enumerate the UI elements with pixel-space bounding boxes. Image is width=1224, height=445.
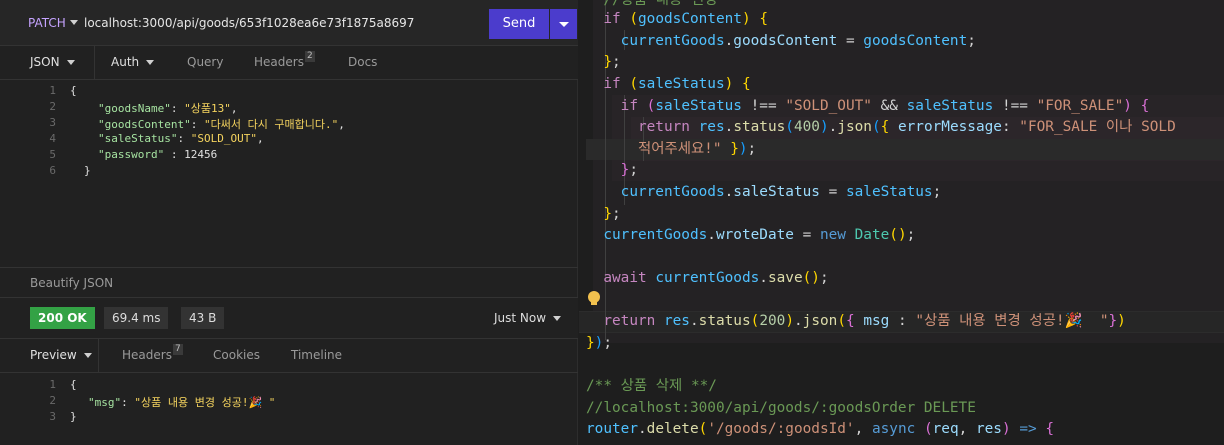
- line-number: 6: [49, 164, 56, 177]
- code-line: return res.status(200).json({ msg : "상품 …: [603, 313, 1126, 329]
- chevron-down-icon: [559, 22, 569, 27]
- code-line: //localhost:3000/api/goods/:goodsOrder D…: [586, 400, 976, 416]
- code-line: if (goodsContent) {: [603, 11, 768, 27]
- chevron-down-icon: [66, 60, 75, 65]
- code-editor[interactable]: //상품 내용 변경 if (goodsContent) { currentGo…: [579, 0, 1224, 445]
- send-button[interactable]: Send: [489, 9, 549, 39]
- code-line: 적어주세요!" });: [637, 141, 757, 157]
- request-tabs: JSON Auth Query Headers 2 Docs: [0, 46, 578, 80]
- url-input[interactable]: localhost:3000/api/goods/653f1028ea6e73f…: [84, 16, 414, 30]
- chevron-down-icon[interactable]: [70, 20, 78, 25]
- line-number: 2: [49, 100, 56, 113]
- code-line: {: [70, 84, 77, 97]
- line-number: 4: [49, 132, 56, 145]
- code-line: {: [70, 378, 77, 391]
- code-line: /** 상품 삭제 **/: [586, 378, 717, 394]
- code-line: };: [603, 54, 621, 70]
- line-number: 3: [49, 410, 56, 423]
- chevron-down-icon: [553, 316, 562, 321]
- chevron-down-icon: [83, 353, 92, 358]
- beautify-json-button[interactable]: Beautify JSON: [0, 267, 578, 297]
- tab-timeline[interactable]: Timeline: [291, 339, 342, 373]
- code-line: await currentGoods.save();: [603, 270, 829, 286]
- code-line: };: [620, 162, 638, 178]
- tab-headers[interactable]: Headers 2: [254, 46, 315, 80]
- send-options-button[interactable]: [550, 9, 577, 39]
- tab-cookies[interactable]: Cookies: [213, 339, 260, 373]
- code-line: "saleStatus": "SOLD_OUT",: [98, 132, 264, 145]
- code-line: "goodsName": "상품13",: [98, 102, 238, 115]
- code-line: currentGoods.wroteDate = new Date();: [603, 227, 916, 243]
- tab-docs[interactable]: Docs: [348, 46, 377, 80]
- chevron-down-icon: [146, 60, 155, 65]
- tab-query[interactable]: Query: [187, 46, 223, 80]
- status-badge: 200 OK: [30, 307, 95, 329]
- code-line: }: [84, 164, 91, 177]
- history-dropdown[interactable]: Just Now: [494, 311, 562, 325]
- divider: [94, 46, 95, 80]
- url-bar: PATCH localhost:3000/api/goods/653f1028e…: [0, 0, 578, 46]
- tab-response-headers[interactable]: Headers 7: [122, 339, 183, 373]
- code-line: if (saleStatus) {: [603, 76, 751, 92]
- code-line: if (saleStatus !== "SOLD_OUT" && saleSta…: [620, 98, 1150, 114]
- tab-json[interactable]: JSON: [30, 46, 75, 80]
- line-number: 1: [49, 378, 56, 391]
- line-number: 2: [49, 394, 56, 407]
- code-line: "password" : 12456: [98, 148, 218, 161]
- tab-preview[interactable]: Preview: [30, 339, 92, 373]
- api-client-panel: PATCH localhost:3000/api/goods/653f1028e…: [0, 0, 578, 445]
- code-line: };: [603, 206, 621, 222]
- response-size: 43 B: [181, 307, 225, 329]
- line-number: 3: [49, 116, 56, 129]
- line-number: 1: [49, 84, 56, 97]
- code-line: currentGoods.goodsContent = goodsContent…: [620, 33, 976, 49]
- code-line: currentGoods.saleStatus = saleStatus;: [620, 184, 942, 200]
- headers-count-badge: 2: [304, 51, 315, 62]
- response-time: 69.4 ms: [104, 307, 169, 329]
- method-select[interactable]: PATCH: [28, 16, 66, 30]
- divider: [98, 339, 99, 373]
- lightbulb-icon[interactable]: [588, 291, 600, 305]
- code-line: router.delete('/goods/:goodsId', async (…: [586, 421, 1054, 437]
- response-tabs: Preview Headers 7 Cookies Timeline: [0, 339, 578, 373]
- code-line: "goodsContent": "다써서 다시 구매합니다.",: [98, 118, 345, 131]
- response-status-bar: 200 OK 69.4 ms 43 B Just Now: [0, 297, 578, 339]
- code-line: return res.status(400).json({ errorMessa…: [637, 119, 1176, 135]
- tab-auth[interactable]: Auth: [111, 46, 155, 80]
- headers-count-badge: 7: [172, 344, 183, 355]
- code-line: });: [586, 335, 613, 351]
- code-line: "msg": "상품 내용 변경 성공!🎉 ": [88, 396, 276, 409]
- code-line: }: [70, 410, 77, 423]
- line-number: 5: [49, 148, 56, 161]
